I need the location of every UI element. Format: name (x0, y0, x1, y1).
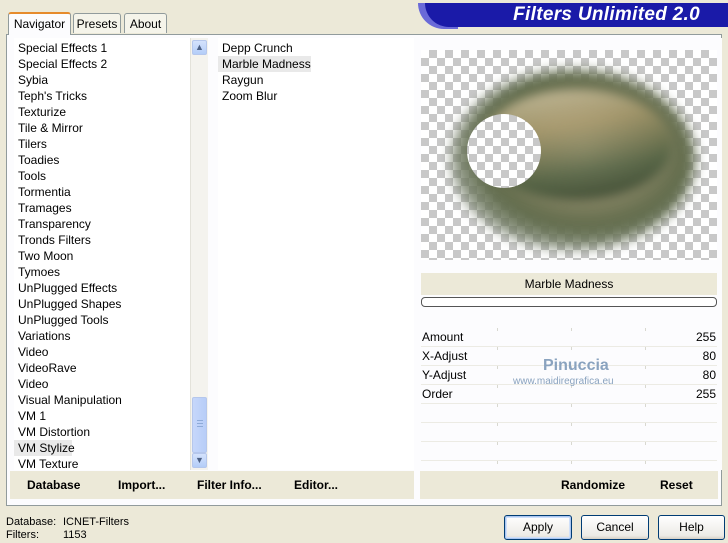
category-item[interactable]: Tormentia (14, 184, 71, 200)
scroll-down-button[interactable]: ▼ (192, 453, 207, 468)
category-item[interactable]: Sybia (14, 72, 48, 88)
category-item[interactable]: UnPlugged Shapes (14, 296, 121, 312)
category-item[interactable]: VM Texture (14, 456, 78, 472)
arrow-down-icon: ▼ (195, 455, 204, 465)
parameter-label: Y-Adjust (422, 368, 467, 382)
progress-bar (421, 297, 717, 307)
category-item[interactable]: VM Distortion (14, 424, 90, 440)
status-database: Database: ICNET-Filters (6, 516, 129, 528)
category-item[interactable]: Tramages (14, 200, 72, 216)
filter-info-button[interactable]: Filter Info... (197, 478, 262, 492)
category-item[interactable]: Tymoes (14, 264, 60, 280)
parameter-value: 255 (695, 387, 716, 401)
category-item[interactable]: Tilers (14, 136, 47, 152)
category-item[interactable]: Tools (14, 168, 46, 184)
reset-button[interactable]: Reset (660, 478, 693, 492)
import-button[interactable]: Import... (118, 478, 165, 492)
current-filter-name: Marble Madness (421, 273, 717, 295)
arrow-up-icon: ▲ (195, 42, 204, 52)
parameter-row[interactable] (421, 442, 717, 461)
tab-presets[interactable]: Presets (73, 13, 121, 33)
filter-item[interactable]: Raygun (218, 72, 263, 88)
category-item[interactable]: Video (14, 376, 48, 392)
parameter-value: 80 (702, 349, 716, 363)
filter-list[interactable]: Depp Crunch Marble Madness Raygun Zoom Blur (218, 38, 414, 470)
filters-count: 1153 (63, 529, 87, 541)
category-item[interactable]: VideoRave (14, 360, 77, 376)
category-item[interactable]: Tile & Mirror (14, 120, 83, 136)
category-item[interactable]: VM Stylize (14, 440, 75, 456)
parameter-list: Amount 255 X-Adjust 80 Y-Adjust 80 Order 255 (421, 328, 717, 480)
watermark-name: Pinuccia (543, 357, 609, 374)
category-list[interactable]: Special Effects 1 Special Effects 2 Sybia T… (14, 38, 190, 472)
scroll-up-button[interactable]: ▲ (192, 40, 207, 55)
database-label: Database: (6, 516, 57, 528)
filter-item[interactable]: Depp Crunch (218, 40, 293, 56)
database-value: ICNET-Filters (63, 516, 129, 528)
parameter-label: Amount (422, 330, 464, 344)
randomize-button[interactable]: Randomize (561, 478, 625, 492)
app-title: Filters Unlimited 2.0 (513, 4, 700, 25)
transparent-hole (467, 114, 541, 188)
parameter-row[interactable]: Amount 255 (421, 328, 717, 347)
category-item[interactable]: Special Effects 2 (14, 56, 107, 72)
title-banner: Filters Unlimited 2.0 (425, 3, 728, 27)
database-button[interactable]: Database (27, 478, 80, 492)
parameter-label: Order (422, 387, 453, 401)
parameter-row[interactable] (421, 404, 717, 423)
status-filters: Filters: 1153 (6, 529, 87, 541)
parameter-label: X-Adjust (422, 349, 468, 363)
apply-button[interactable]: Apply (504, 515, 572, 540)
editor-button[interactable]: Editor... (294, 478, 338, 492)
category-item[interactable]: UnPlugged Tools (14, 312, 109, 328)
category-item[interactable]: Teph's Tricks (14, 88, 87, 104)
parameter-value: 255 (695, 330, 716, 344)
category-item[interactable]: Texturize (14, 104, 66, 120)
category-item[interactable]: Video (14, 344, 48, 360)
parameter-value: 80 (702, 368, 716, 382)
help-button[interactable]: Help (658, 515, 725, 540)
category-item[interactable]: Transparency (14, 216, 91, 232)
watermark-url: www.maidiregrafica.eu (513, 376, 614, 387)
preview-image (421, 50, 717, 260)
scroll-thumb[interactable] (192, 397, 207, 453)
category-item[interactable]: Two Moon (14, 248, 73, 264)
category-scrollbar[interactable]: ▲ ▼ (190, 38, 208, 470)
category-item[interactable]: VM 1 (14, 408, 46, 424)
category-item[interactable]: Toadies (14, 152, 59, 168)
tab-navigator[interactable]: Navigator (8, 12, 71, 35)
parameter-row[interactable]: Order 255 (421, 385, 717, 404)
cancel-button[interactable]: Cancel (581, 515, 649, 540)
category-item[interactable]: Variations (14, 328, 70, 344)
parameter-row[interactable] (421, 423, 717, 442)
category-item[interactable]: Special Effects 1 (14, 40, 107, 56)
category-item[interactable]: Visual Manipulation (14, 392, 122, 408)
filters-label: Filters: (6, 529, 39, 541)
category-item[interactable]: Tronds Filters (14, 232, 91, 248)
filter-item[interactable]: Marble Madness (218, 56, 311, 72)
filter-item[interactable]: Zoom Blur (218, 88, 277, 104)
category-item[interactable]: UnPlugged Effects (14, 280, 117, 296)
tab-about[interactable]: About (124, 13, 167, 33)
